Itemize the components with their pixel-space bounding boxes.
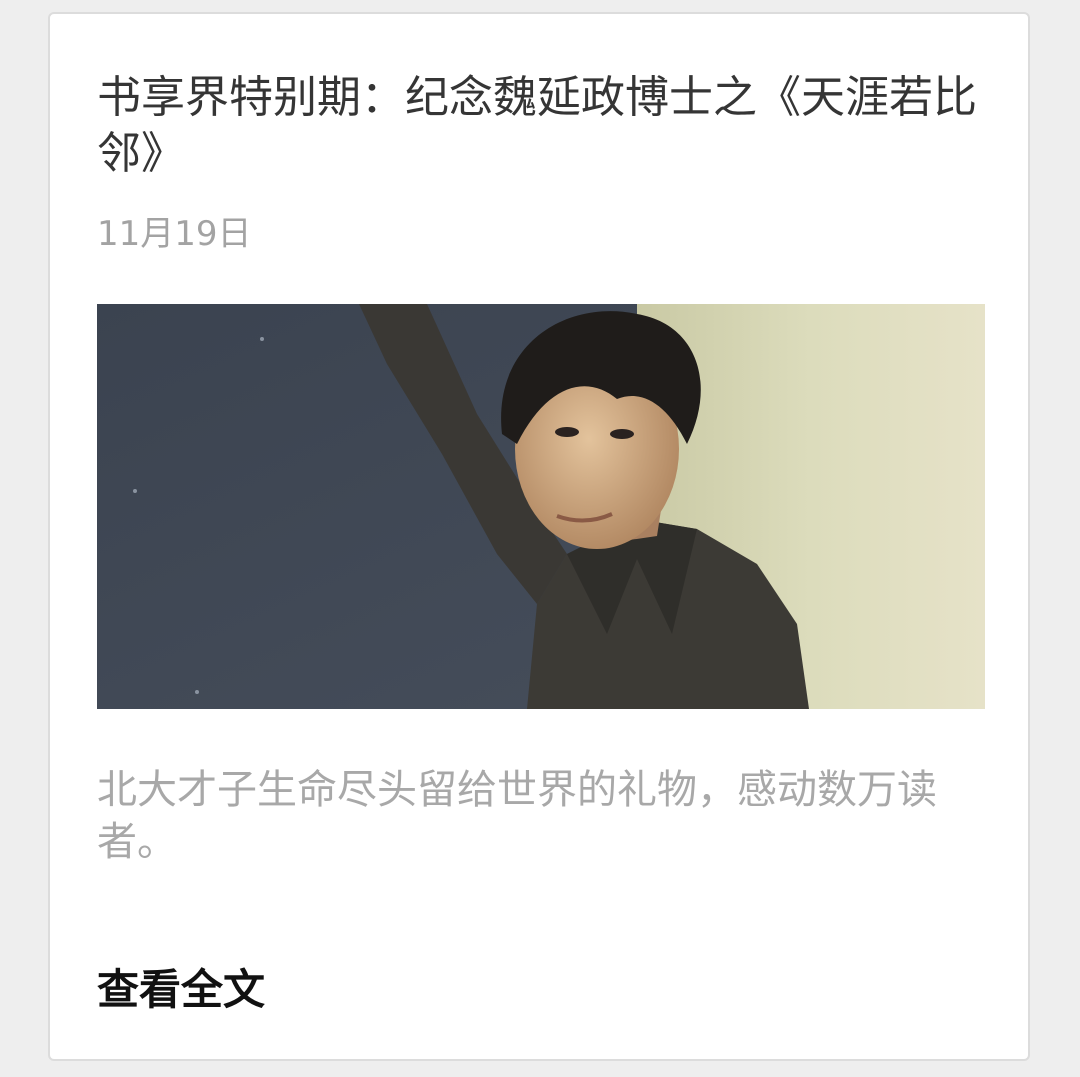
article-digest: 北大才子生命尽头留给世界的礼物，感动数万读者。	[97, 767, 937, 865]
article-date: 11月19日	[97, 214, 252, 254]
article-card[interactable]: 书享界特别期：纪念魏延政博士之《天涯若比邻》 11月19日 北大才子生命尽头留给…	[48, 12, 1030, 1061]
cover-image[interactable]	[97, 304, 985, 709]
article-title[interactable]: 书享界特别期：纪念魏延政博士之《天涯若比邻》	[97, 70, 977, 182]
read-full-article-link[interactable]: 查看全文	[97, 964, 265, 1016]
